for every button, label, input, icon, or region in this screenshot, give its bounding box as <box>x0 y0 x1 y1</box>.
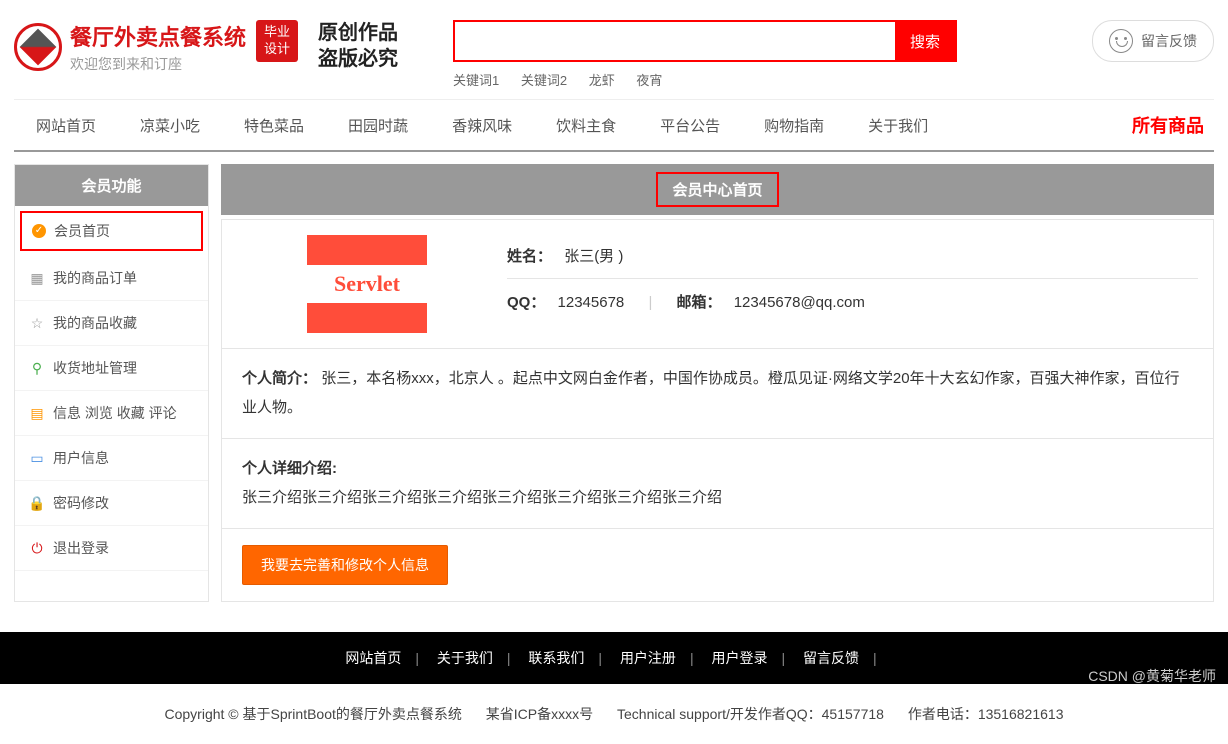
footer-link[interactable]: 用户注册 <box>620 650 676 666</box>
power-icon: ⏻ <box>29 540 45 556</box>
sidebar-item-logout[interactable]: ⏻ 退出登录 <box>15 526 208 571</box>
footer-link[interactable]: 用户登录 <box>711 650 767 666</box>
watermark: CSDN @黄菊华老师 <box>1088 666 1216 686</box>
nav-item[interactable]: 香辣风味 <box>430 101 534 150</box>
lock-icon: 🔒 <box>29 495 45 511</box>
grid-icon: ▦ <box>29 270 45 286</box>
qq-label: QQ： <box>507 294 545 311</box>
nav-item[interactable]: 饮料主食 <box>534 101 638 150</box>
keyword-row: 关键词1 关键词2 龙虾 夜宵 <box>453 70 957 89</box>
sidebar-item-user[interactable]: ▭ 用户信息 <box>15 436 208 481</box>
content-header: 会员中心首页 <box>221 164 1214 215</box>
doc-icon: ▤ <box>29 405 45 421</box>
name-label: 姓名： <box>507 248 552 265</box>
feedback-button[interactable]: 留言反馈 <box>1092 20 1214 62</box>
keyword-link[interactable]: 关键词2 <box>521 73 567 88</box>
service-icon <box>1109 29 1133 53</box>
card-icon: ▭ <box>29 450 45 466</box>
footer-copyright: Copyright © 基于SprintBoot的餐厅外卖点餐系统 某省ICP备… <box>0 684 1228 744</box>
search-button[interactable]: 搜索 <box>895 22 955 60</box>
detail-text: 张三介绍张三介绍张三介绍张三介绍张三介绍张三介绍张三介绍张三介绍 <box>242 484 1193 513</box>
slogan: 原创作品盗版必究 <box>318 20 398 72</box>
keyword-link[interactable]: 夜宵 <box>636 73 662 88</box>
nav-item[interactable]: 凉菜小吃 <box>118 101 222 150</box>
sidebar: 会员功能 ✓ 会员首页 ▦ 我的商品订单 ☆ 我的商品收藏 ⚲ 收货地址管理 ▤… <box>14 164 209 602</box>
sidebar-item-favorites[interactable]: ☆ 我的商品收藏 <box>15 301 208 346</box>
pin-icon: ⚲ <box>29 360 45 376</box>
sidebar-item-address[interactable]: ⚲ 收货地址管理 <box>15 346 208 391</box>
avatar: Servlet <box>307 235 427 333</box>
intro-label: 个人简介： <box>242 370 317 387</box>
search-input[interactable] <box>455 22 895 60</box>
home-icon: ✓ <box>32 224 46 238</box>
all-goods-link[interactable]: 所有商品 <box>1122 100 1214 150</box>
star-icon: ☆ <box>29 315 45 331</box>
page-title: 会员中心首页 <box>656 172 778 207</box>
sidebar-item-info[interactable]: ▤ 信息 浏览 收藏 评论 <box>15 391 208 436</box>
nav-item[interactable]: 田园时蔬 <box>326 101 430 150</box>
footer-link[interactable]: 网站首页 <box>345 650 401 666</box>
site-subtitle: 欢迎您到来和订座 <box>70 54 246 74</box>
name-value: 张三(男 ) <box>564 248 623 265</box>
intro-text: 张三，本名杨xxx，北京人 。起点中文网白金作者，中国作协成员。橙瓜见证·网络文… <box>242 370 1180 416</box>
email-label: 邮箱： <box>677 294 722 311</box>
nav-item[interactable]: 平台公告 <box>638 101 742 150</box>
sidebar-item-home[interactable]: ✓ 会员首页 <box>20 211 203 251</box>
keyword-link[interactable]: 龙虾 <box>589 73 615 88</box>
sidebar-title: 会员功能 <box>15 165 208 206</box>
footer-link[interactable]: 联系我们 <box>528 650 584 666</box>
nav-item[interactable]: 关于我们 <box>846 101 950 150</box>
nav-item[interactable]: 特色菜品 <box>222 101 326 150</box>
main-nav: 网站首页 凉菜小吃 特色菜品 田园时蔬 香辣风味 饮料主食 平台公告 购物指南 … <box>14 99 1214 152</box>
detail-label: 个人详细介绍: <box>242 455 1193 484</box>
sidebar-item-orders[interactable]: ▦ 我的商品订单 <box>15 256 208 301</box>
footer-nav: 网站首页| 关于我们| 联系我们| 用户注册| 用户登录| 留言反馈| <box>0 632 1228 684</box>
edit-profile-button[interactable]: 我要去完善和修改个人信息 <box>242 545 448 585</box>
badge: 毕业设计 <box>256 20 298 62</box>
email-value: 12345678@qq.com <box>734 294 865 311</box>
qq-value: 12345678 <box>558 294 625 311</box>
logo[interactable]: 餐厅外卖点餐系统 欢迎您到来和订座 <box>14 20 246 74</box>
sidebar-item-password[interactable]: 🔒 密码修改 <box>15 481 208 526</box>
footer-link[interactable]: 关于我们 <box>437 650 493 666</box>
nav-item[interactable]: 购物指南 <box>742 101 846 150</box>
nav-home[interactable]: 网站首页 <box>14 101 118 150</box>
site-title: 餐厅外卖点餐系统 <box>70 20 246 52</box>
footer-link[interactable]: 留言反馈 <box>803 650 859 666</box>
keyword-link[interactable]: 关键词1 <box>453 73 499 88</box>
